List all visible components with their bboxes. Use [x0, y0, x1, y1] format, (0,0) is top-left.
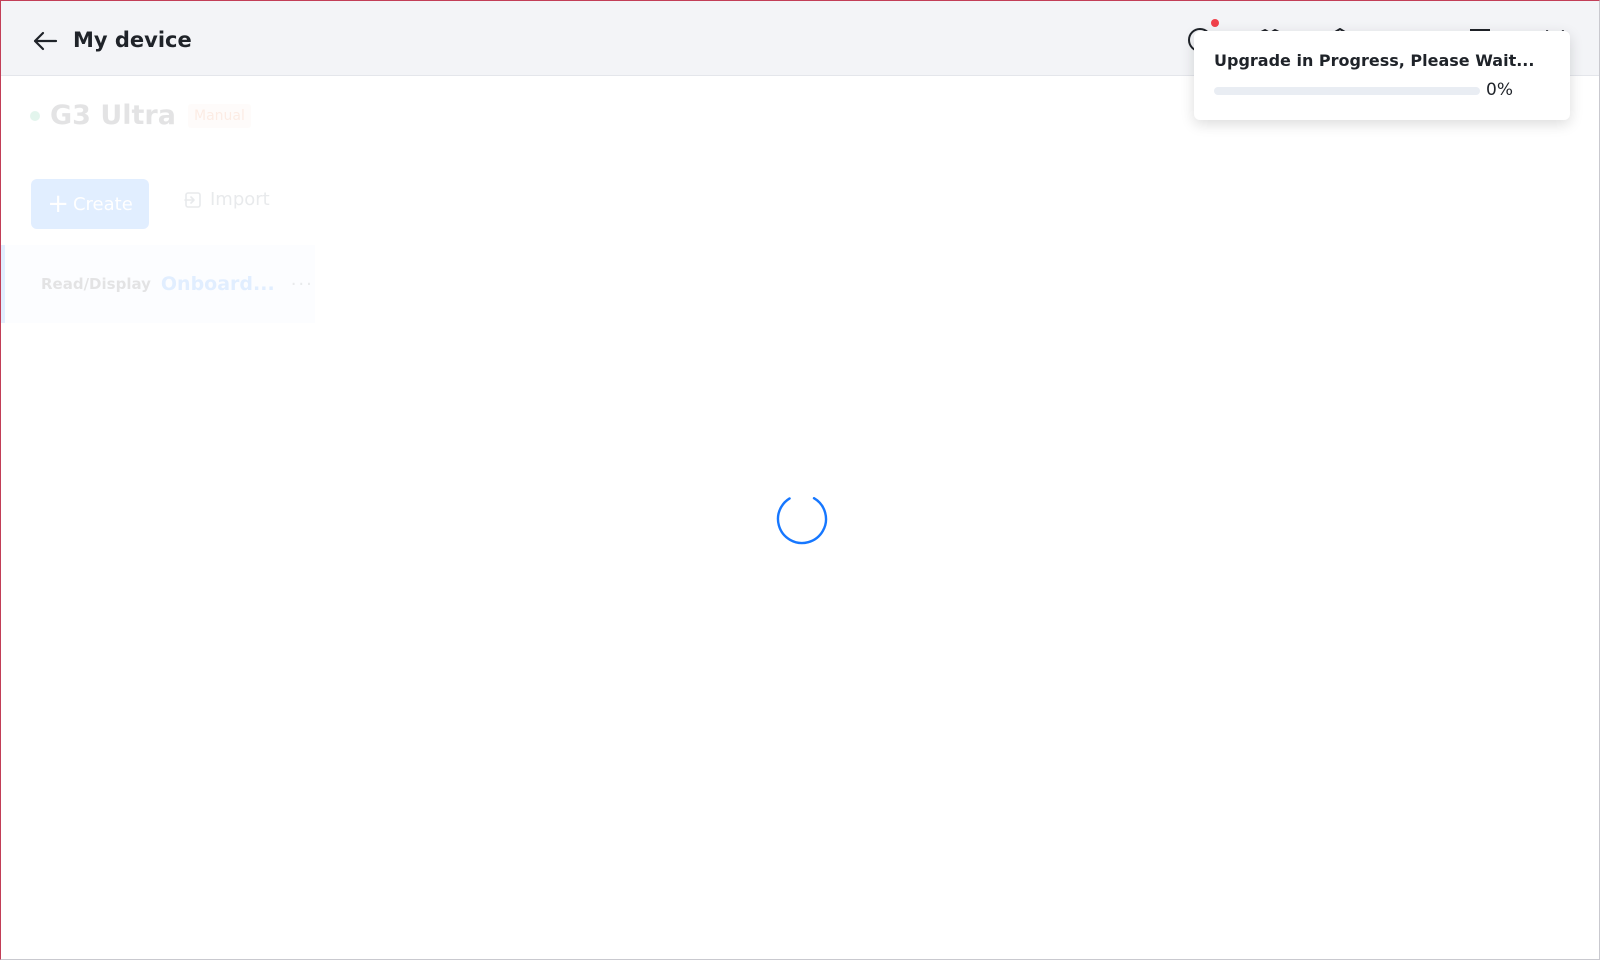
- notification-dot: [1211, 19, 1219, 27]
- upgrade-progress-text: 0%: [1486, 80, 1513, 100]
- import-button[interactable]: Import: [184, 189, 270, 210]
- loading-spinner-icon: [776, 493, 828, 545]
- device-header: G3 Ultra Manual: [30, 100, 251, 131]
- create-label: Create: [72, 193, 133, 215]
- upgrade-toast: Upgrade in Progress, Please Wait... 0%: [1194, 31, 1570, 120]
- device-name: G3 Ultra: [50, 100, 176, 131]
- list-item-mode: Read/Display: [41, 275, 151, 293]
- back-button[interactable]: [29, 25, 61, 57]
- upgrade-progress-bar: [1214, 87, 1480, 95]
- toast-title: Upgrade in Progress, Please Wait...: [1214, 51, 1535, 70]
- list-item-name: Onboard...: [160, 273, 275, 295]
- connection-status-dot: [30, 110, 40, 121]
- more-options-icon[interactable]: ···: [291, 274, 314, 295]
- import-label: Import: [210, 189, 270, 210]
- plus-icon: +: [47, 189, 69, 219]
- create-button[interactable]: + Create: [31, 179, 149, 229]
- mode-badge: Manual: [187, 103, 251, 128]
- page-title: My device: [73, 28, 192, 52]
- import-icon: [184, 191, 201, 208]
- list-item[interactable]: Read/Display Onboard... ···: [1, 245, 315, 323]
- back-arrow-icon: [33, 31, 58, 51]
